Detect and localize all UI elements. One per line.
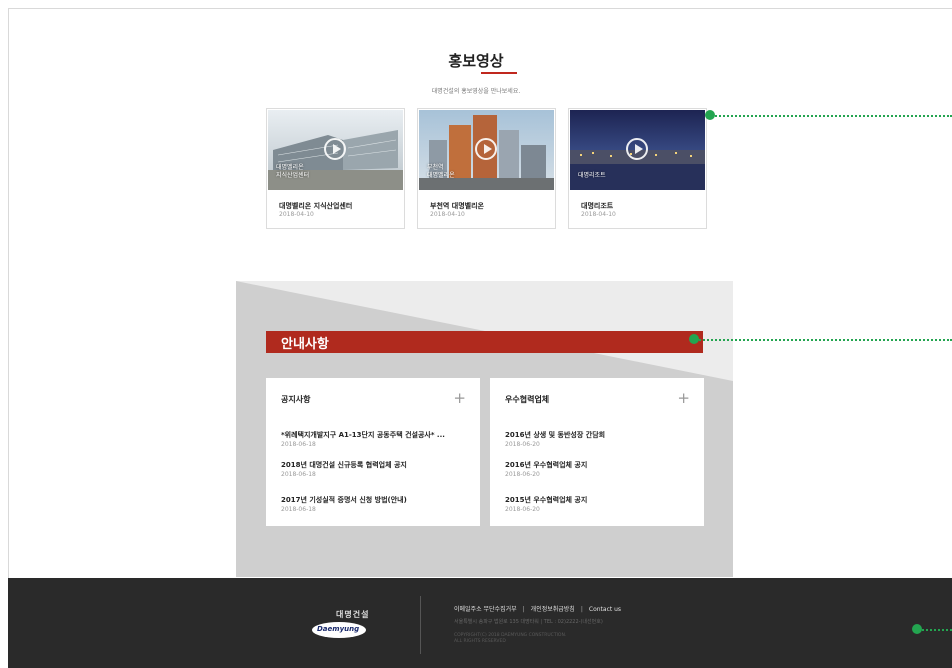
video-thumbnail-caption: 대명리조트 <box>578 172 606 179</box>
notice-item-date: 2018-06-18 <box>281 506 316 513</box>
notice-item-title[interactable]: 2017년 기성실적 증명서 신청 방법(안내) <box>281 495 471 505</box>
play-icon[interactable] <box>626 138 648 160</box>
notice-list-item[interactable]: 2018년 대명건설 신규등록 협력업체 공지 2018-06-18 <box>281 460 471 478</box>
notice-panel-heading: 공지사항 <box>281 395 311 404</box>
play-icon[interactable] <box>475 138 497 160</box>
footer-link-email-refusal[interactable]: 이메일주소 무단수집거부 <box>454 606 517 613</box>
footer-copyright: COPYRIGHT(C) 2018 DAEMYUNG CONSTRUCTION.… <box>454 633 567 644</box>
footer-logo-text: Daemyung <box>317 625 360 633</box>
footer-link-privacy[interactable]: 개인정보취급방침 <box>531 606 575 613</box>
video-thumbnail[interactable]: 대명리조트 <box>570 110 705 190</box>
more-plus-icon[interactable]: + <box>677 389 690 407</box>
footer-links: 이메일주소 무단수집거부 | 개인정보취급방침 | Contact us <box>454 604 621 613</box>
annotation-marker-line <box>696 339 952 341</box>
footer-brand-name: 대명건설 <box>336 610 370 619</box>
video-thumbnail-caption: 부천역 대명벨리온 <box>427 164 455 179</box>
video-date: 2018-04-10 <box>430 211 465 218</box>
video-date: 2018-04-10 <box>581 211 616 218</box>
video-date: 2018-04-10 <box>279 211 314 218</box>
promo-title-underline <box>481 72 517 74</box>
footer-link-contact[interactable]: Contact us <box>589 606 621 613</box>
video-title[interactable]: 대명리조트 <box>581 201 613 211</box>
video-title[interactable]: 부천역 대명벨리온 <box>430 201 484 211</box>
notice-title-bar <box>266 331 703 353</box>
partner-item-date: 2018-06-20 <box>505 506 540 513</box>
footer-divider <box>420 596 421 654</box>
play-icon[interactable] <box>324 138 346 160</box>
footer-link-separator: | <box>522 606 525 613</box>
notice-list-item[interactable]: *위례택지개발지구 A1-13단지 공동주택 건설공사* ... 2018-06… <box>281 430 471 448</box>
partner-list-item[interactable]: 2016년 우수협력업체 공지 2018-06-20 <box>505 460 695 478</box>
annotation-marker-line <box>919 629 952 631</box>
footer-link-separator: | <box>580 606 583 613</box>
annotation-marker-dot <box>912 624 922 634</box>
video-thumbnail[interactable]: 대명벨리온 지식산업센터 <box>268 110 403 190</box>
promo-section-title: 홍보영상 <box>448 52 504 70</box>
video-title[interactable]: 대명벨리온 지식산업센터 <box>279 201 352 211</box>
notice-item-title[interactable]: *위례택지개발지구 A1-13단지 공동주택 건설공사* ... <box>281 430 471 440</box>
notice-item-date: 2018-06-18 <box>281 441 316 448</box>
notice-list-item[interactable]: 2017년 기성실적 증명서 신청 방법(안내) 2018-06-18 <box>281 495 471 513</box>
video-card[interactable]: 대명벨리온 지식산업센터 대명벨리온 지식산업센터 2018-04-10 <box>266 108 405 229</box>
partner-item-date: 2018-06-20 <box>505 441 540 448</box>
partner-list-item[interactable]: 2016년 상생 및 동반성장 간담회 2018-06-20 <box>505 430 695 448</box>
partner-panel-heading: 우수협력업체 <box>505 395 550 404</box>
notice-item-date: 2018-06-18 <box>281 471 316 478</box>
video-card[interactable]: 부천역 대명벨리온 부천역 대명벨리온 2018-04-10 <box>417 108 556 229</box>
partner-item-title[interactable]: 2015년 우수협력업체 공지 <box>505 495 695 505</box>
promo-section-subtitle: 대명건설의 홍보영상을 만나보세요. <box>431 88 521 95</box>
notice-panel: 공지사항 + *위례택지개발지구 A1-13단지 공동주택 건설공사* ... … <box>266 378 480 526</box>
video-card[interactable]: 대명리조트 대명리조트 2018-04-10 <box>568 108 707 229</box>
partner-list-item[interactable]: 2015년 우수협력업체 공지 2018-06-20 <box>505 495 695 513</box>
partner-item-title[interactable]: 2016년 우수협력업체 공지 <box>505 460 695 470</box>
more-plus-icon[interactable]: + <box>453 389 466 407</box>
partner-item-date: 2018-06-20 <box>505 471 540 478</box>
video-thumbnail[interactable]: 부천역 대명벨리온 <box>419 110 554 190</box>
notice-section-title: 안내사항 <box>281 337 329 352</box>
footer-address: 서울특별시 송파구 법원로 135 대명타워 | TEL : 02)2222-(… <box>454 619 603 625</box>
video-thumbnail-caption: 대명벨리온 지식산업센터 <box>276 164 310 179</box>
notice-item-title[interactable]: 2018년 대명건설 신규등록 협력업체 공지 <box>281 460 471 470</box>
partner-panel: 우수협력업체 + 2016년 상생 및 동반성장 간담회 2018-06-20 … <box>490 378 704 526</box>
annotation-marker-dot <box>689 334 699 344</box>
partner-item-title[interactable]: 2016년 상생 및 동반성장 간담회 <box>505 430 695 440</box>
annotation-marker-line <box>712 115 952 117</box>
annotation-marker-dot <box>705 110 715 120</box>
